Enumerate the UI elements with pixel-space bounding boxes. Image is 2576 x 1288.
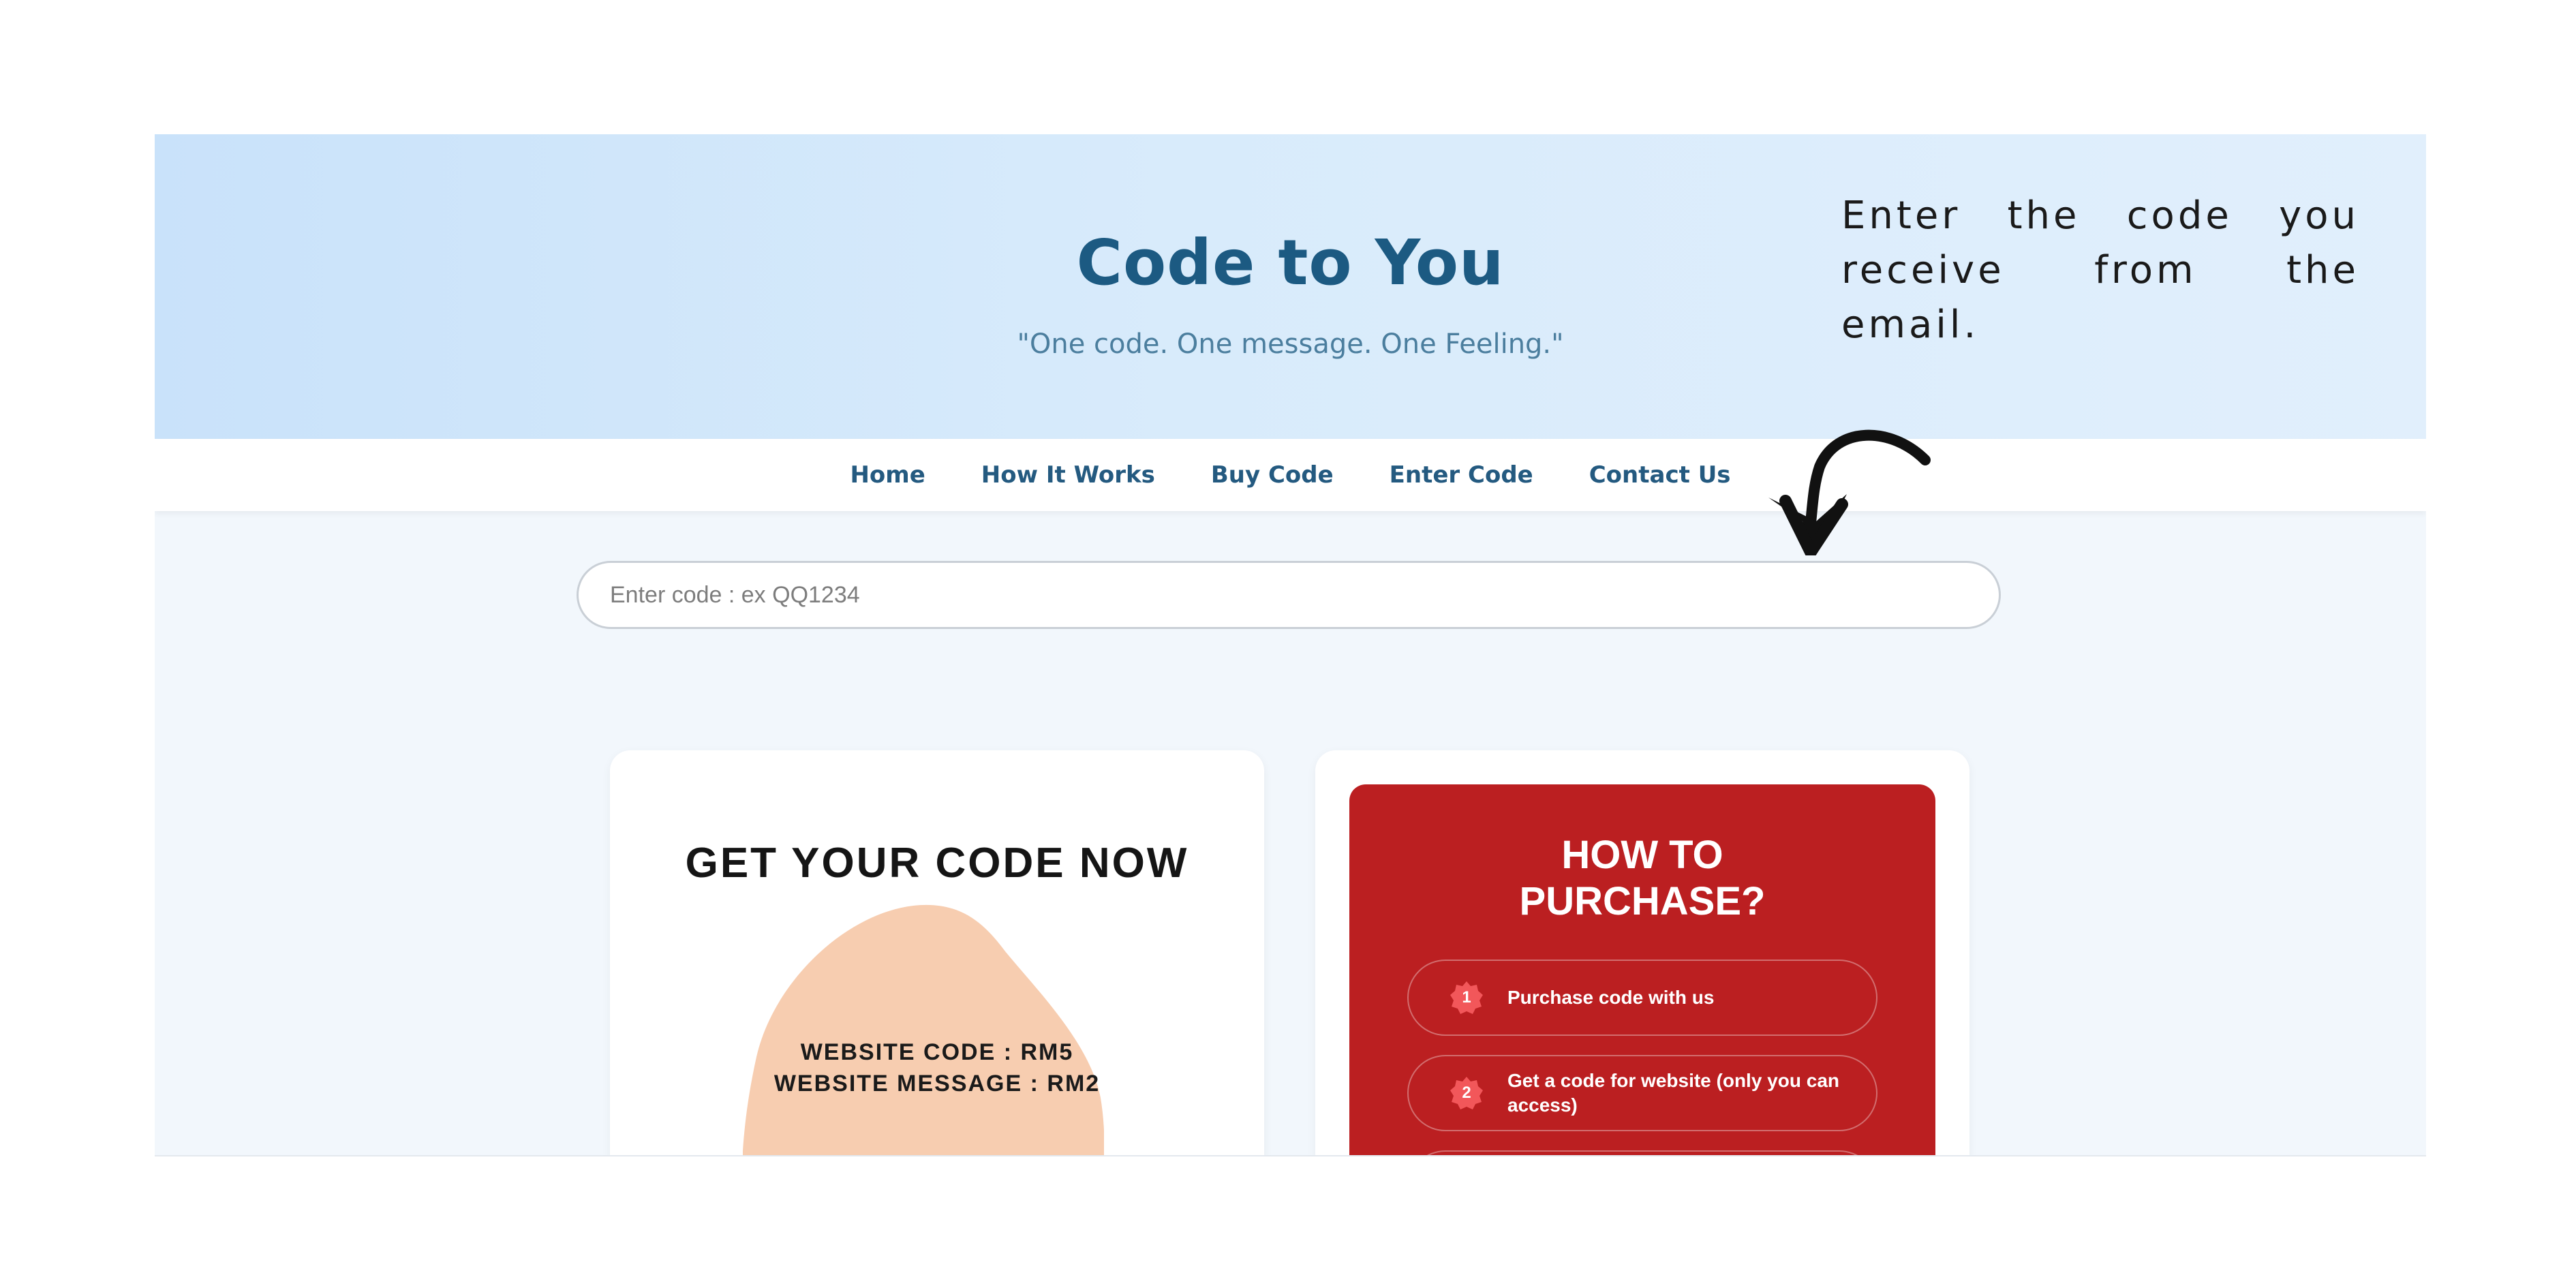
nav-how-it-works[interactable]: How It Works — [981, 461, 1155, 489]
nav-contact-us[interactable]: Contact Us — [1589, 461, 1731, 489]
price-website-code: WEBSITE CODE : RM5 — [800, 1039, 1074, 1065]
howto-panel: HOW TO PURCHASE? 1 Purchase code with us… — [1349, 784, 1935, 1155]
step-item: 2 Get a code for website (only you can a… — [1407, 1055, 1877, 1131]
howto-title: HOW TO PURCHASE? — [1519, 833, 1766, 923]
howto-card: HOW TO PURCHASE? 1 Purchase code with us… — [1315, 750, 1969, 1155]
promo-card: GET YOUR CODE NOW WEBSITE CODE : RM5 WEB… — [610, 750, 1264, 1155]
nav-home[interactable]: Home — [850, 461, 925, 489]
peach-blob-shape — [743, 904, 1104, 1155]
step-text: Purchase code with us — [1507, 987, 1715, 1008]
promo-title: GET YOUR CODE NOW — [685, 840, 1189, 887]
code-input[interactable] — [577, 561, 2001, 629]
step-text: Get a code for website (only you can acc… — [1507, 1070, 1839, 1116]
step-item: 1 Purchase code with us — [1407, 960, 1877, 1036]
annotation-text: Enter the code you receive from the emai… — [1841, 194, 2359, 347]
main-nav: Home How It Works Buy Code Enter Code Co… — [155, 439, 2426, 511]
step-number: 1 — [1462, 988, 1471, 1007]
price-website-message: WEBSITE MESSAGE : RM2 — [773, 1071, 1101, 1097]
step-number: 2 — [1462, 1084, 1471, 1102]
curved-arrow-icon — [1768, 429, 1931, 555]
nav-enter-code[interactable]: Enter Code — [1390, 461, 1533, 489]
step-item — [1407, 1150, 1877, 1155]
nav-buy-code[interactable]: Buy Code — [1211, 461, 1334, 489]
price-list: WEBSITE CODE : RM5 WEBSITE MESSAGE : RM2 — [705, 1037, 1169, 1099]
